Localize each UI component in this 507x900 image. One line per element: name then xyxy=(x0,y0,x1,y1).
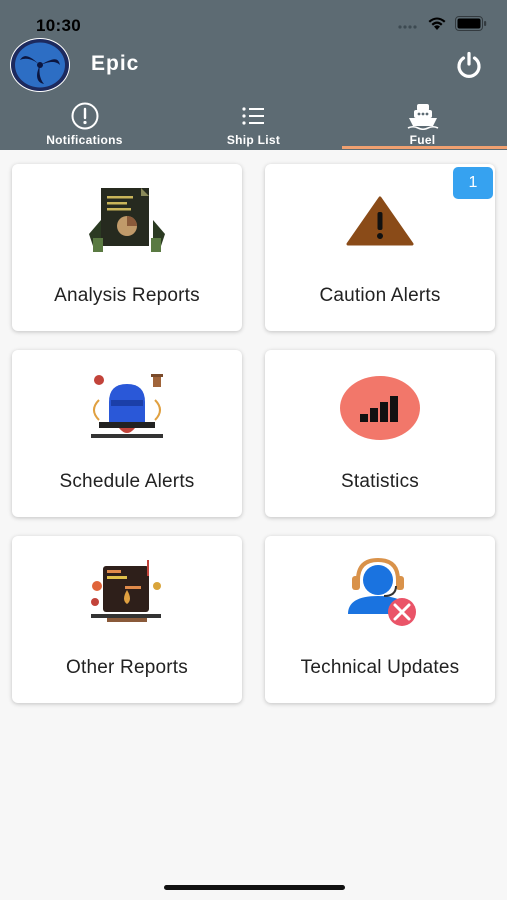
status-time: 10:30 xyxy=(36,16,81,35)
card-schedule-alerts[interactable]: Schedule Alerts xyxy=(12,350,242,517)
card-label: Caution Alerts xyxy=(319,285,441,306)
card-label: Statistics xyxy=(340,471,420,492)
power-icon xyxy=(457,51,481,78)
card-caution-alerts[interactable]: 1 Caution Alerts xyxy=(265,164,495,331)
battery-icon xyxy=(455,16,487,31)
card-analysis-reports[interactable]: Analysis Reports xyxy=(12,164,242,331)
app-header: 10:30 Epic Notifications Ship List Fuel xyxy=(0,0,507,150)
bar-chart-icon xyxy=(340,370,420,442)
app-logo[interactable] xyxy=(10,38,70,92)
list-icon xyxy=(241,107,264,125)
wifi-icon xyxy=(428,17,446,30)
tab-fuel[interactable]: Fuel xyxy=(338,100,507,150)
ship-icon xyxy=(407,104,438,130)
analysis-report-icon xyxy=(87,184,167,256)
tab-label: Notifications xyxy=(46,133,123,147)
card-label: Analysis Reports xyxy=(54,285,200,306)
card-label: Technical Updates xyxy=(300,657,460,678)
signal-icon xyxy=(398,24,417,29)
card-label: Other Reports xyxy=(66,657,188,678)
card-statistics[interactable]: Statistics xyxy=(265,350,495,517)
card-label: Schedule Alerts xyxy=(59,471,195,492)
tab-label: Ship List xyxy=(226,133,281,147)
card-other-reports[interactable]: Other Reports xyxy=(12,536,242,703)
tab-selected-indicator xyxy=(342,146,507,149)
tab-notifications[interactable]: Notifications xyxy=(0,100,169,150)
alarm-bell-icon xyxy=(87,370,167,442)
epic-logo-icon xyxy=(11,39,69,91)
reports-icon xyxy=(87,556,167,628)
app-title: Epic xyxy=(91,52,140,75)
app-bar: Epic xyxy=(0,38,507,93)
status-icons xyxy=(397,16,487,31)
warning-icon xyxy=(340,184,420,256)
power-button[interactable] xyxy=(454,50,484,80)
notification-badge: 1 xyxy=(453,167,493,199)
home-indicator xyxy=(164,885,345,890)
tab-label: Fuel xyxy=(409,133,436,147)
tab-bar: Notifications Ship List Fuel xyxy=(0,100,507,150)
support-agent-icon xyxy=(340,556,420,628)
exclamation-circle-icon xyxy=(71,102,98,130)
card-technical-updates[interactable]: Technical Updates xyxy=(265,536,495,703)
tab-ship-list[interactable]: Ship List xyxy=(169,100,338,150)
